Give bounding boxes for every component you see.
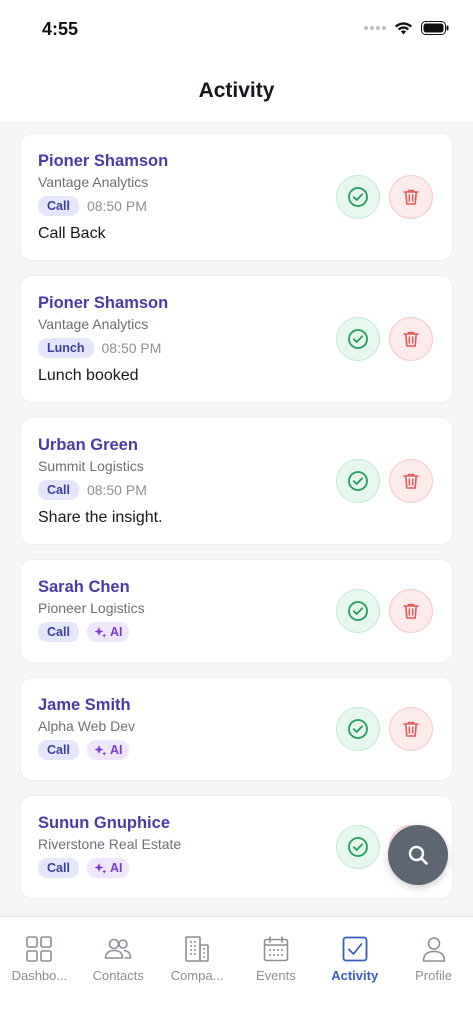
activity-card[interactable]: Jame Smith Alpha Web Dev Call AI (20, 677, 453, 781)
ai-badge-label: AI (109, 861, 123, 875)
activity-note: Share the insight. (38, 509, 163, 526)
activity-icon (342, 936, 368, 962)
check-circle-icon (348, 837, 368, 857)
complete-button[interactable] (336, 707, 380, 751)
trash-icon (403, 603, 419, 619)
contact-name[interactable]: Pioner Shamson (38, 151, 435, 171)
tab-label: Profile (415, 968, 452, 983)
events-icon (263, 936, 289, 962)
contact-name[interactable]: Pioner Shamson (38, 293, 435, 313)
activity-card[interactable]: Urban Green Summit Logistics Call 08:50 … (20, 417, 453, 545)
card-actions (336, 317, 433, 361)
card-actions (336, 589, 433, 633)
ai-badge: AI (86, 740, 130, 760)
header: Activity (0, 60, 473, 122)
companies-icon (185, 936, 209, 962)
contacts-icon (104, 938, 132, 959)
tab-label: Compa... (170, 968, 224, 983)
activity-time: 08:50 PM (86, 198, 147, 214)
status-time: 4:55 (42, 19, 79, 39)
tab-label: Contacts (92, 968, 144, 983)
contact-name[interactable]: Urban Green (38, 435, 435, 455)
check-circle-icon (348, 601, 368, 621)
tab-label: Events (256, 968, 296, 983)
complete-button[interactable] (336, 317, 380, 361)
card-actions (336, 175, 433, 219)
activity-type-badge: Call (38, 740, 79, 760)
ai-badge: AI (86, 622, 130, 642)
status-bar: 4:55 (0, 0, 473, 60)
ai-badge: AI (86, 858, 130, 878)
profile-icon (422, 937, 445, 962)
tab-events[interactable]: Events (236, 917, 315, 1024)
delete-button[interactable] (389, 459, 433, 503)
tab-profile[interactable]: Profile (394, 917, 473, 1024)
tab-dashboard[interactable]: Dashbo... (0, 917, 79, 1024)
complete-button[interactable] (336, 175, 380, 219)
activity-type-badge: Call (38, 196, 79, 216)
sparkle-icon (94, 626, 107, 638)
complete-button[interactable] (336, 589, 380, 633)
sparkle-icon (94, 744, 107, 756)
complete-button[interactable] (336, 825, 380, 869)
tab-bar: Dashbo... Contacts Compa... Events Activ… (0, 916, 473, 1024)
complete-button[interactable] (336, 459, 380, 503)
delete-button[interactable] (389, 589, 433, 633)
activity-note: Call Back (38, 225, 106, 242)
activity-type-badge: Call (38, 858, 79, 878)
status-icons (364, 21, 449, 35)
ai-badge-label: AI (109, 625, 123, 639)
dashboard-icon (26, 936, 53, 962)
wifi-icon (394, 21, 413, 35)
card-actions (336, 707, 433, 751)
delete-button[interactable] (389, 317, 433, 361)
activity-time: 08:50 PM (86, 482, 147, 498)
trash-icon (403, 721, 419, 737)
activity-card[interactable]: Pioner Shamson Vantage Analytics Lunch 0… (20, 275, 453, 403)
trash-icon (403, 189, 419, 205)
check-circle-icon (348, 471, 368, 491)
tab-label: Dashbo... (11, 968, 68, 983)
search-fab-button[interactable] (388, 825, 448, 885)
check-circle-icon (348, 187, 368, 207)
delete-button[interactable] (389, 707, 433, 751)
activity-list[interactable]: Pioner Shamson Vantage Analytics Call 08… (0, 122, 473, 916)
check-circle-icon (348, 719, 368, 739)
activity-type-badge: Call (38, 480, 79, 500)
activity-type-badge: Call (38, 622, 79, 642)
ai-badge-label: AI (109, 743, 123, 757)
activity-card[interactable]: Pioner Shamson Vantage Analytics Call 08… (20, 133, 453, 261)
activity-time: 08:50 PM (101, 340, 162, 356)
page-title: Activity (198, 79, 275, 102)
delete-button[interactable] (389, 175, 433, 219)
trash-icon (403, 473, 419, 489)
signal-icon (364, 26, 386, 30)
tab-activity[interactable]: Activity (315, 917, 394, 1024)
trash-icon (403, 331, 419, 347)
battery-icon (421, 21, 449, 35)
card-actions (336, 459, 433, 503)
sparkle-icon (94, 862, 107, 874)
tab-label: Activity (331, 968, 379, 983)
activity-card[interactable]: Sarah Chen Pioneer Logistics Call AI (20, 559, 453, 663)
tab-companies[interactable]: Compa... (158, 917, 237, 1024)
search-icon (408, 845, 428, 865)
check-circle-icon (348, 329, 368, 349)
activity-note: Lunch booked (38, 367, 139, 384)
activity-type-badge: Lunch (38, 338, 94, 358)
tab-contacts[interactable]: Contacts (79, 917, 158, 1024)
